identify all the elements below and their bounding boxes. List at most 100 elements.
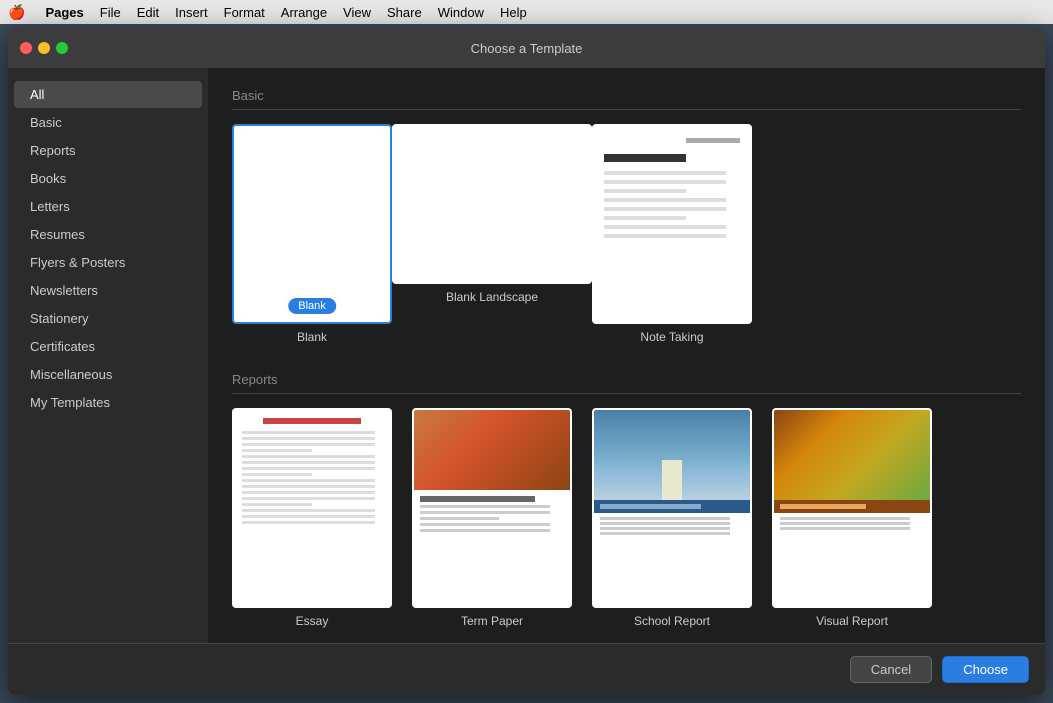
template-school-report[interactable]: School Report — [592, 408, 752, 628]
term-paper-image — [414, 410, 570, 490]
title-bar: Choose a Template — [8, 28, 1045, 68]
sidebar-item-miscellaneous[interactable]: Miscellaneous — [14, 361, 202, 388]
sr-line-2 — [600, 522, 730, 525]
note-line-4 — [604, 198, 726, 202]
note-line-2 — [604, 180, 726, 184]
menu-edit[interactable]: Edit — [137, 5, 159, 20]
sr-image — [594, 410, 750, 500]
sidebar-item-letters[interactable]: Letters — [14, 193, 202, 220]
menu-pages[interactable]: Pages — [45, 5, 83, 20]
menu-view[interactable]: View — [343, 5, 371, 20]
essay-line-16 — [242, 521, 375, 524]
menu-bar: 🍎 Pages File Edit Insert Format Arrange … — [0, 0, 1053, 24]
essay-line-3 — [242, 443, 375, 446]
note-line-3 — [604, 189, 686, 193]
note-taking-content — [594, 126, 750, 250]
essay-line-1 — [242, 431, 375, 434]
sidebar-item-all[interactable]: All — [14, 81, 202, 108]
sidebar: All Basic Reports Books Letters Resumes … — [8, 68, 208, 643]
template-visual-report-label: Visual Report — [816, 614, 888, 628]
sr-text — [594, 513, 750, 539]
note-line-8 — [604, 234, 726, 238]
template-essay-thumbnail — [232, 408, 392, 608]
window-title: Choose a Template — [471, 41, 583, 56]
sidebar-item-certificates[interactable]: Certificates — [14, 333, 202, 360]
template-blank-landscape-label: Blank Landscape — [446, 290, 538, 304]
note-line-1 — [604, 171, 726, 175]
visual-report-content — [774, 410, 930, 534]
tp-line-5 — [420, 529, 550, 532]
sidebar-item-reports[interactable]: Reports — [14, 137, 202, 164]
close-button[interactable] — [20, 42, 32, 54]
template-term-paper[interactable]: Term Paper — [412, 408, 572, 628]
sidebar-item-my-templates[interactable]: My Templates — [14, 389, 202, 416]
template-term-paper-thumbnail — [412, 408, 572, 608]
apple-menu[interactable]: 🍎 — [8, 4, 25, 21]
sr-lighthouse — [662, 460, 682, 500]
note-title-line — [604, 154, 686, 162]
note-line-7 — [604, 225, 726, 229]
term-paper-content — [414, 410, 570, 538]
sidebar-item-stationery[interactable]: Stationery — [14, 305, 202, 332]
sr-line-3 — [600, 527, 730, 530]
sidebar-item-basic[interactable]: Basic — [14, 109, 202, 136]
essay-line-11 — [242, 491, 375, 494]
blank-landscape-thumb-content — [394, 126, 590, 282]
essay-line-9 — [242, 479, 375, 482]
note-line-6 — [604, 216, 686, 220]
blank-badge: Blank — [288, 298, 336, 314]
menu-arrange[interactable]: Arrange — [281, 5, 327, 20]
template-blank-label: Blank — [297, 330, 327, 344]
vr-text — [774, 513, 930, 534]
sr-header — [594, 500, 750, 513]
template-visual-report-thumbnail — [772, 408, 932, 608]
template-blank[interactable]: Blank Blank — [232, 124, 392, 344]
menu-file[interactable]: File — [100, 5, 121, 20]
vr-image — [774, 410, 930, 500]
templates-area: Basic Blank Blank Blank Landscape — [208, 68, 1045, 643]
essay-line-6 — [242, 461, 375, 464]
essay-line-7 — [242, 467, 375, 470]
menu-insert[interactable]: Insert — [175, 5, 208, 20]
template-visual-report[interactable]: Visual Report — [772, 408, 932, 628]
sidebar-item-resumes[interactable]: Resumes — [14, 221, 202, 248]
vr-line-1 — [780, 517, 910, 520]
menu-format[interactable]: Format — [224, 5, 265, 20]
reports-section-title: Reports — [232, 372, 1021, 394]
main-content: All Basic Reports Books Letters Resumes … — [8, 68, 1045, 643]
template-school-report-label: School Report — [634, 614, 710, 628]
template-note-taking[interactable]: Note Taking — [592, 124, 752, 344]
school-report-content — [594, 410, 750, 539]
template-school-report-thumbnail — [592, 408, 752, 608]
tp-title — [420, 496, 535, 502]
sr-line-4 — [600, 532, 730, 535]
choose-button[interactable]: Choose — [942, 656, 1029, 683]
template-blank-landscape-thumbnail — [392, 124, 592, 284]
menu-help[interactable]: Help — [500, 5, 527, 20]
sidebar-item-flyers-posters[interactable]: Flyers & Posters — [14, 249, 202, 276]
menu-share[interactable]: Share — [387, 5, 422, 20]
essay-line-14 — [242, 509, 375, 512]
sr-line-1 — [600, 517, 730, 520]
essay-thumb-content — [234, 410, 390, 532]
vr-line-3 — [780, 527, 910, 530]
essay-line-8 — [242, 473, 312, 476]
note-line-5 — [604, 207, 726, 211]
fullscreen-button[interactable] — [56, 42, 68, 54]
blank-thumb-content — [234, 126, 390, 322]
sidebar-item-books[interactable]: Books — [14, 165, 202, 192]
essay-line-13 — [242, 503, 312, 506]
sidebar-item-newsletters[interactable]: Newsletters — [14, 277, 202, 304]
vr-line-2 — [780, 522, 910, 525]
cancel-button[interactable]: Cancel — [850, 656, 932, 683]
menu-window[interactable]: Window — [438, 5, 484, 20]
minimize-button[interactable] — [38, 42, 50, 54]
template-essay[interactable]: Essay — [232, 408, 392, 628]
template-blank-landscape[interactable]: Blank Landscape — [412, 124, 572, 344]
reports-templates-grid: Essay — [232, 408, 1021, 628]
basic-templates-grid: Blank Blank Blank Landscape — [232, 124, 1021, 344]
tp-line-3 — [420, 517, 499, 520]
term-paper-text — [414, 490, 570, 538]
tp-line-2 — [420, 511, 550, 514]
template-blank-thumbnail: Blank — [232, 124, 392, 324]
